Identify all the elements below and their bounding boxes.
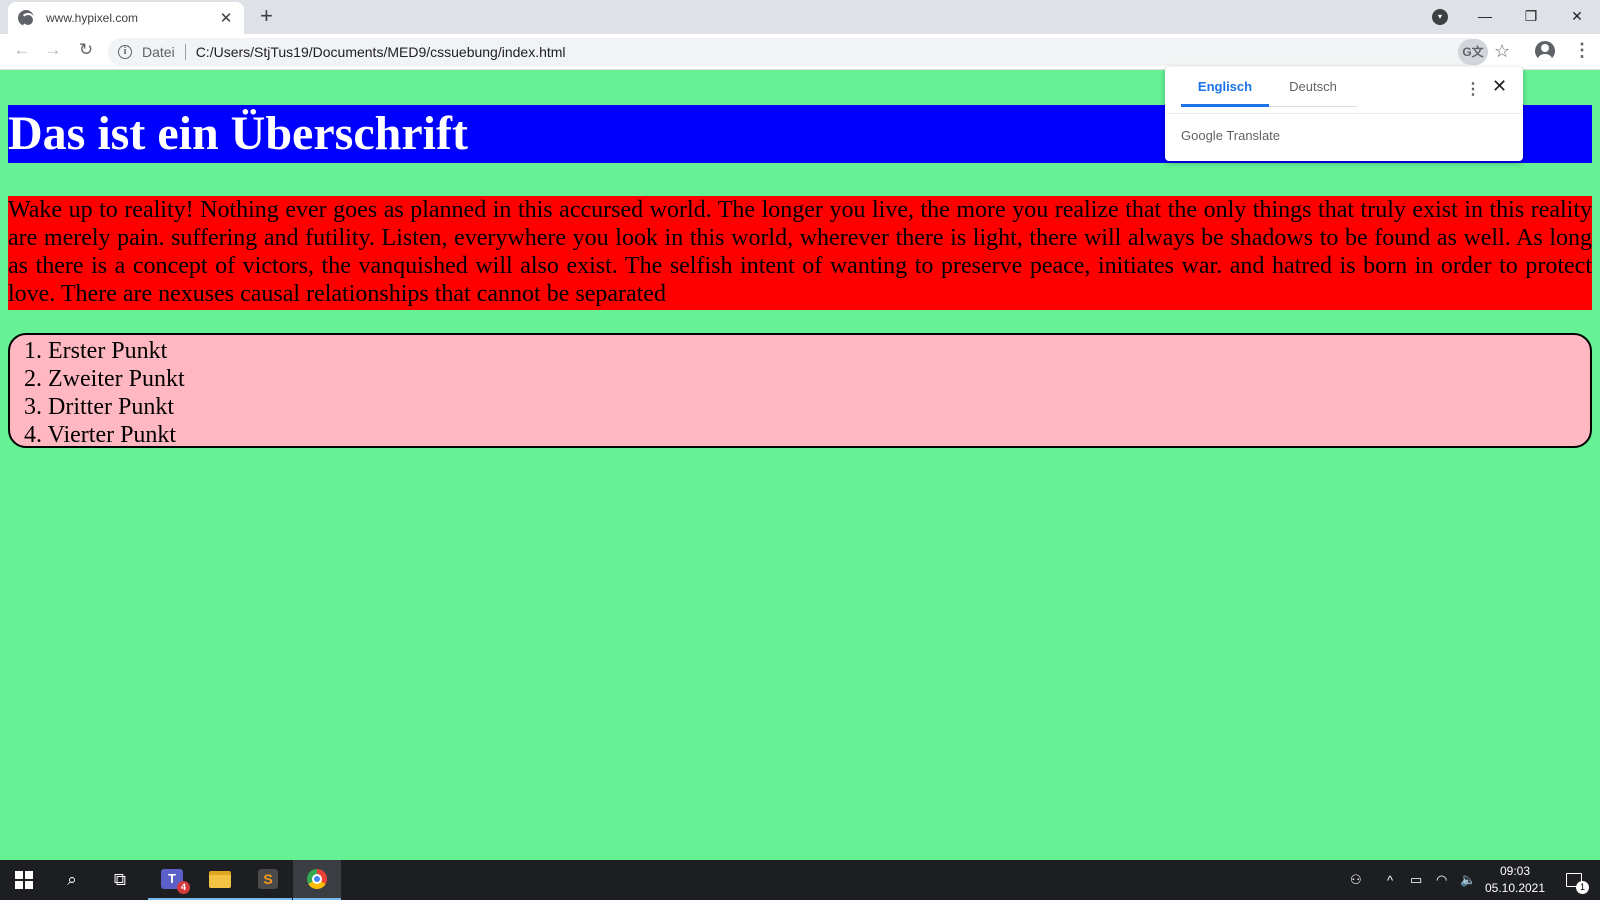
close-window-button[interactable]: ✕ — [1554, 8, 1600, 25]
address-separator — [184, 44, 186, 60]
battery-icon[interactable]: ▭ — [1410, 860, 1422, 900]
list-item: 4. Vierter Punkt — [24, 422, 177, 448]
volume-icon[interactable]: 🔈 — [1460, 860, 1476, 900]
task-view-icon[interactable]: ⧉ — [96, 860, 144, 900]
sublime-text-icon[interactable]: S — [244, 860, 292, 900]
scheme-label: Datei — [142, 44, 175, 60]
list-item: 1. Erster Punkt — [24, 338, 168, 364]
tab-strip: www.hypixel.com ✕ + ▾ — ❐ ✕ — [0, 0, 1600, 34]
teams-letter: T — [168, 871, 176, 886]
chrome-icon[interactable] — [293, 860, 341, 900]
search-icon[interactable]: ⌕ — [48, 860, 96, 900]
chrome-menu-icon[interactable]: ⋮ — [1573, 40, 1591, 61]
translate-popup: Englisch Deutsch ⋮ ✕ Google Translate — [1165, 67, 1523, 161]
window-controls: — ❐ ✕ — [1462, 0, 1600, 32]
bookmark-star-icon[interactable]: ☆ — [1494, 41, 1510, 62]
browser-tab[interactable]: www.hypixel.com ✕ — [8, 2, 244, 34]
more-options-icon[interactable]: ⋮ — [1465, 79, 1481, 99]
teams-icon[interactable]: T4 — [148, 860, 196, 900]
reload-button[interactable]: ↻ — [74, 40, 98, 60]
wifi-icon[interactable]: ◠ — [1436, 860, 1447, 900]
url-text[interactable]: C:/Users/StjTus19/Documents/MED9/cssuebu… — [196, 44, 566, 60]
tab-englisch[interactable]: Englisch — [1181, 67, 1269, 107]
teams-badge: 4 — [177, 881, 190, 894]
translate-brand: Translate — [1226, 128, 1281, 143]
popup-divider — [1165, 113, 1523, 114]
clock-time: 09:03 — [1499, 864, 1531, 878]
new-tab-button[interactable]: + — [260, 5, 273, 27]
translate-icon[interactable]: G文 — [1458, 39, 1488, 65]
back-button[interactable]: ← — [10, 40, 34, 60]
notification-count: 1 — [1576, 881, 1589, 894]
restore-button[interactable]: ❐ — [1508, 8, 1554, 25]
clock-date: 05.10.2021 — [1484, 881, 1546, 895]
list-item: 2. Zweiter Punkt — [24, 366, 185, 392]
address-bar[interactable]: i Datei C:/Users/StjTus19/Documents/MED9… — [108, 38, 1488, 66]
translate-language-tabs: Englisch Deutsch — [1181, 67, 1357, 107]
tab-search-icon[interactable]: ▾ — [1432, 9, 1448, 25]
chevron-up-icon[interactable]: ^ — [1387, 860, 1393, 900]
account-icon[interactable] — [1535, 41, 1555, 61]
list-item: 3. Dritter Punkt — [24, 394, 174, 420]
google-brand: Google — [1181, 128, 1223, 143]
close-popup-icon[interactable]: ✕ — [1492, 76, 1507, 97]
ordered-list: 1. Erster Punkt 2. Zweiter Punkt 3. Drit… — [24, 337, 1590, 449]
tab-deutsch[interactable]: Deutsch — [1269, 67, 1357, 107]
people-icon[interactable]: ⚇ — [1350, 860, 1362, 900]
ordered-list-box: 1. Erster Punkt 2. Zweiter Punkt 3. Drit… — [8, 333, 1592, 448]
tab-close-icon[interactable]: ✕ — [218, 9, 234, 27]
google-translate-brand: Google Translate — [1181, 128, 1280, 143]
minimize-button[interactable]: — — [1462, 8, 1508, 24]
info-icon[interactable]: i — [118, 45, 132, 59]
page-viewport: Das ist ein Überschrift Wake up to reali… — [0, 70, 1600, 860]
page-paragraph: Wake up to reality! Nothing ever goes as… — [8, 196, 1592, 310]
forward-button[interactable]: → — [41, 40, 65, 60]
start-icon[interactable] — [0, 860, 48, 900]
file-explorer-icon[interactable] — [196, 860, 244, 900]
notification-icon[interactable]: 1 — [1556, 860, 1592, 900]
tab-title: www.hypixel.com — [46, 11, 139, 25]
browser-toolbar: ← → ↻ i Datei C:/Users/StjTus19/Document… — [0, 34, 1600, 70]
windows-taskbar: ⌕ ⧉ T4 S ⚇ ^ ▭ ◠ 🔈 09:03 05.10.2021 1 — [0, 860, 1600, 900]
globe-icon — [18, 10, 35, 27]
clock[interactable]: 09:03 05.10.2021 — [1484, 863, 1546, 897]
